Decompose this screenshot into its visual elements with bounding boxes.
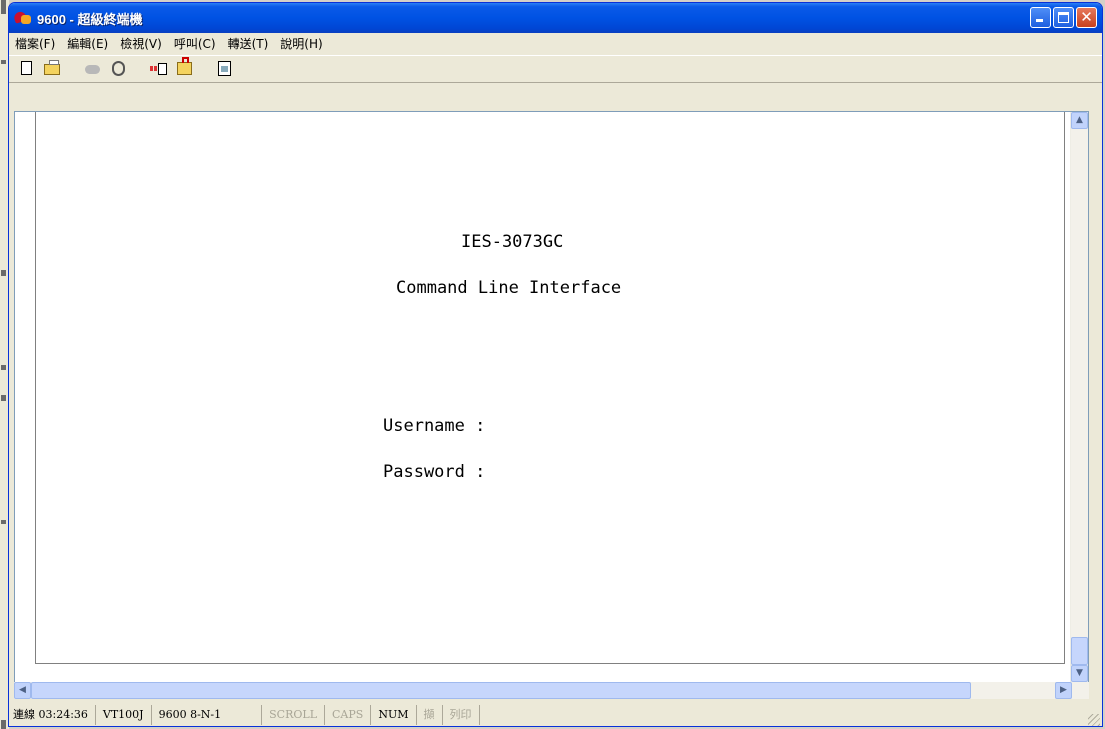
menu-transfer[interactable]: 轉送(T) — [228, 35, 269, 52]
menu-bar: 檔案(F) 編輯(E) 檢視(V) 呼叫(C) 轉送(T) 說明(H) — [9, 33, 1102, 53]
status-caps: CAPS — [325, 704, 372, 725]
terminal-username-prompt: Username : — [383, 416, 486, 436]
chevron-up-icon: ▲ — [1076, 115, 1083, 125]
terminal-pane[interactable]: IES-3073GC Command Line Interface Userna… — [14, 111, 1089, 683]
hyperterminal-window: 9600 - 超級終端機 ✕ 檔案(F) 編輯(E) 檢視(V) 呼叫(C) 轉… — [8, 2, 1103, 727]
scroll-up-button[interactable]: ▲ — [1071, 112, 1088, 129]
toolbar — [9, 55, 1102, 83]
new-button[interactable] — [17, 59, 37, 79]
terminal-screen[interactable]: IES-3073GC Command Line Interface Userna… — [35, 112, 1065, 664]
resize-grip-icon[interactable] — [1088, 714, 1100, 726]
minimize-button[interactable] — [1030, 7, 1051, 28]
menu-help[interactable]: 說明(H) — [280, 35, 322, 52]
vertical-scroll-thumb[interactable] — [1071, 637, 1088, 665]
scroll-down-button[interactable]: ▼ — [1071, 665, 1088, 682]
title-bar[interactable]: 9600 - 超級終端機 ✕ — [9, 3, 1102, 33]
send-button[interactable] — [149, 59, 169, 79]
terminal-password-prompt: Password : — [383, 462, 486, 482]
scroll-left-button[interactable]: ◀ — [14, 682, 31, 699]
properties-icon — [218, 61, 231, 76]
send-icon — [150, 63, 167, 75]
open-button[interactable] — [43, 59, 63, 79]
chevron-down-icon: ▼ — [1076, 668, 1083, 678]
window-title: 9600 - 超級終端機 — [37, 11, 143, 27]
maximize-button[interactable] — [1053, 7, 1074, 28]
close-icon: ✕ — [1080, 8, 1093, 26]
scroll-right-button[interactable]: ▶ — [1055, 682, 1072, 699]
receive-icon — [177, 57, 192, 75]
menu-call[interactable]: 呼叫(C) — [174, 35, 216, 52]
receive-button[interactable] — [175, 57, 195, 79]
open-icon — [44, 60, 60, 75]
properties-button[interactable] — [215, 59, 235, 79]
status-connection-time: 連線 03:24:36 — [9, 704, 96, 725]
new-icon — [21, 61, 32, 75]
status-scroll: SCROLL — [262, 704, 326, 725]
hyperterminal-icon[interactable] — [12, 9, 33, 27]
minimize-icon — [1036, 19, 1043, 22]
status-emulation: VT100J — [96, 704, 152, 725]
terminal-cli-title: Command Line Interface — [396, 278, 622, 298]
menu-view[interactable]: 檢視(V) — [120, 35, 162, 52]
vertical-scrollbar[interactable]: ▲ ▼ — [1070, 112, 1088, 682]
call-button[interactable] — [83, 59, 103, 79]
menu-file[interactable]: 檔案(F) — [15, 35, 55, 52]
status-port-settings: 9600 8-N-1 — [152, 704, 263, 725]
status-num: NUM — [371, 704, 417, 725]
disconnect-icon — [112, 61, 125, 76]
status-print: 列印 — [443, 704, 480, 725]
horizontal-scroll-thumb[interactable] — [31, 682, 971, 699]
terminal-device-name: IES-3073GC — [461, 232, 564, 252]
horizontal-scrollbar[interactable]: ◀ ▶ — [14, 682, 1089, 699]
close-button[interactable]: ✕ — [1076, 7, 1097, 28]
call-icon — [85, 65, 100, 74]
menu-edit[interactable]: 編輯(E) — [67, 35, 108, 52]
chevron-left-icon: ◀ — [19, 685, 26, 695]
status-bar: 連線 03:24:36 VT100J 9600 8-N-1 SCROLL CAP… — [9, 701, 1102, 726]
chevron-right-icon: ▶ — [1060, 685, 1067, 695]
disconnect-button[interactable] — [109, 59, 129, 79]
status-capture: 擷 — [417, 704, 443, 725]
maximize-icon — [1058, 12, 1069, 23]
